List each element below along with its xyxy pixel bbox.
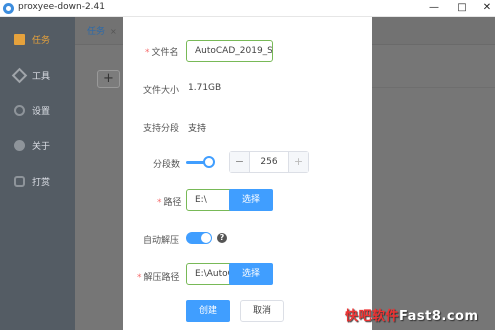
add-task-button[interactable]: + — [97, 70, 120, 88]
path-label: * 路径 — [157, 198, 182, 208]
sidebar-item-label: 关于 — [32, 142, 51, 152]
create-button[interactable]: 创建 — [186, 300, 230, 322]
auto-extract-label: 自动解压 — [143, 236, 180, 246]
sidebar-item-label: 打赏 — [32, 178, 51, 188]
reward-icon — [14, 176, 25, 187]
watermark: 快吧软件Fast8.com — [345, 309, 479, 324]
sidebar-item-settings[interactable]: 设置 — [0, 92, 75, 128]
increase-button[interactable]: + — [288, 152, 308, 172]
sidebar-item-label: 工具 — [32, 72, 51, 82]
info-icon — [14, 140, 25, 151]
tools-icon — [11, 67, 28, 84]
window-title: proxyee-down-2.41 — [18, 2, 105, 12]
maximize-button[interactable]: □ — [455, 1, 469, 15]
sidebar-item-about[interactable]: 关于 — [0, 127, 75, 163]
cancel-button[interactable]: 取消 — [240, 300, 284, 322]
sidebar-item-task[interactable]: 任务 — [0, 21, 75, 57]
segments-slider-handle[interactable] — [203, 156, 215, 168]
toggle-knob — [201, 233, 211, 243]
segment-support-label: 支持分段 — [143, 124, 180, 134]
sidebar-item-label: 设置 — [32, 107, 51, 117]
tab-label: 任务 — [87, 27, 106, 37]
segments-value[interactable]: 256 — [250, 152, 288, 172]
sidebar-item-tools[interactable]: 工具 — [0, 57, 75, 93]
file-name-label: * 文件名 — [145, 48, 179, 58]
file-name-input[interactable]: AutoCAD_2019_S — [186, 40, 273, 62]
segments-stepper[interactable]: − 256 + — [229, 151, 309, 173]
gear-icon — [14, 105, 25, 116]
sidebar-item-reward[interactable]: 打赏 — [0, 163, 75, 199]
new-task-dialog: * 文件名 AutoCAD_2019_S 文件大小 1.71GB 支持分段 支持 … — [123, 17, 372, 330]
title-bar: proxyee-down-2.41 — □ ✕ — [0, 0, 495, 17]
decrease-button[interactable]: − — [230, 152, 250, 172]
tab-close-icon[interactable]: × — [110, 27, 117, 36]
extract-path-select-button[interactable]: 选择 — [229, 263, 273, 285]
app-icon — [3, 3, 14, 14]
file-size-value: 1.71GB — [188, 83, 222, 93]
file-size-label: 文件大小 — [143, 86, 180, 96]
path-select-button[interactable]: 选择 — [229, 189, 273, 211]
auto-extract-toggle[interactable] — [186, 232, 212, 244]
segment-support-value: 支持 — [188, 124, 207, 134]
minimize-button[interactable]: — — [427, 1, 441, 15]
extract-path-label: * 解压路径 — [137, 273, 180, 283]
task-icon — [14, 34, 25, 45]
sidebar: 任务 工具 设置 关于 打赏 — [0, 17, 75, 330]
sidebar-item-label: 任务 — [32, 36, 51, 46]
segments-label: 分段数 — [153, 160, 181, 170]
help-icon[interactable]: ? — [217, 233, 227, 243]
close-button[interactable]: ✕ — [480, 1, 494, 15]
tab-tasks[interactable]: 任务 × — [81, 23, 123, 41]
